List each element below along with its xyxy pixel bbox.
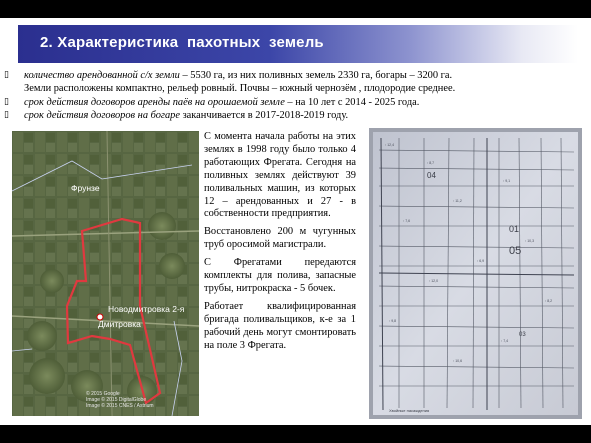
bullet-text: Земли расположены компактно, рельеф ровн… xyxy=(24,83,456,95)
map-attribution: © 2015 Google xyxy=(86,390,120,397)
svg-text:▫ 7,6: ▫ 7,6 xyxy=(403,219,410,223)
svg-text:▫ 9,1: ▫ 9,1 xyxy=(503,179,510,183)
description-paragraph: С Фрегатами передаются комплекты для пол… xyxy=(204,257,356,294)
field-number: 03 xyxy=(519,332,526,338)
bullet-text: – 5530 га, из них поливных земель 2330 г… xyxy=(179,70,453,81)
svg-text:▫ 8,7: ▫ 8,7 xyxy=(427,161,434,165)
bullet-item: ▯ срок действия договоров на богаре закан… xyxy=(4,109,588,122)
svg-text:▫ 10,6: ▫ 10,6 xyxy=(453,359,462,363)
bullet-icon: ▯ xyxy=(4,70,9,80)
svg-text:▫ 12,0: ▫ 12,0 xyxy=(429,279,438,283)
bullet-text: заканчивается в 2017-2018-2019 году. xyxy=(179,110,349,122)
svg-text:▫ 8,2: ▫ 8,2 xyxy=(545,299,552,303)
description-block: С момента начала работы на этих землях в… xyxy=(204,131,356,358)
bullet-icon: ▯ xyxy=(4,96,9,107)
bullet-item: ▯ срок действия договоров аренды паёв на… xyxy=(4,96,588,109)
bullet-item: Земли расположены компактно, рельеф ровн… xyxy=(4,82,588,95)
field-number: 05 xyxy=(509,245,521,257)
slide: 2. Характеристика пахотных земель ▯ колич… xyxy=(0,18,591,425)
map-attribution: Image © 2015 DigitalGlobe xyxy=(86,396,146,403)
field-number: 04 xyxy=(427,171,436,180)
field-number: 01 xyxy=(509,224,519,234)
bullet-item: ▯ количество арендованной с/х земли – 553… xyxy=(4,69,588,82)
map-label-village: Фрунзе xyxy=(71,183,100,193)
map-label-village: Новодмитровка 2-я xyxy=(108,304,185,314)
svg-text:▫ 6,9: ▫ 6,9 xyxy=(477,259,484,263)
map-attribution: Image © 2015 CNES / Astrium xyxy=(86,402,154,409)
title-banner: 2. Характеристика пахотных земель xyxy=(18,25,578,63)
cadastral-map-image: ▫ 12,4 ▫ 8,7 ▫ 9,1 ▫ 11,2 ▫ 7,6 ▫ 10,3 ▫ 6,9… xyxy=(369,128,582,419)
svg-text:▫ 11,2: ▫ 11,2 xyxy=(453,199,462,203)
description-paragraph: Восстановлено 200 м чугунных труб оросим… xyxy=(204,226,356,251)
bullet-italic: срок действия договоров аренды паёв на о… xyxy=(24,96,285,108)
bullet-text: – на 10 лет с 2014 - 2025 года. xyxy=(284,96,420,108)
svg-text:▫ 10,3: ▫ 10,3 xyxy=(525,239,534,243)
svg-text:▫ 7,4: ▫ 7,4 xyxy=(501,339,508,343)
bullet-italic: количество арендованной с/х земли xyxy=(24,70,180,81)
description-paragraph: Работает квалифицированная бригада полив… xyxy=(204,300,356,351)
svg-text:▫ 12,4: ▫ 12,4 xyxy=(385,143,394,147)
satellite-map-image: Фрунзе Новодмитровка 2-я Дмитровка © 201… xyxy=(12,131,199,416)
slide-title: 2. Характеристика пахотных земель xyxy=(40,34,324,51)
map-label-village: Дмитровка xyxy=(98,319,141,329)
bullet-icon: ▯ xyxy=(4,110,9,121)
cadastral-map: ▫ 12,4 ▫ 8,7 ▫ 9,1 ▫ 11,2 ▫ 7,6 ▫ 10,3 ▫ 6,9… xyxy=(369,128,582,419)
satellite-map: Фрунзе Новодмитровка 2-я Дмитровка © 201… xyxy=(12,131,199,416)
map-caption: Хвойные насаждения xyxy=(389,408,429,413)
bullet-list: ▯ количество арендованной с/х земли – 553… xyxy=(4,69,588,123)
bullet-italic: срок действия договоров на богаре xyxy=(24,110,180,122)
description-paragraph: С момента начала работы на этих землях в… xyxy=(204,131,356,220)
svg-text:▫ 9,8: ▫ 9,8 xyxy=(389,319,396,323)
